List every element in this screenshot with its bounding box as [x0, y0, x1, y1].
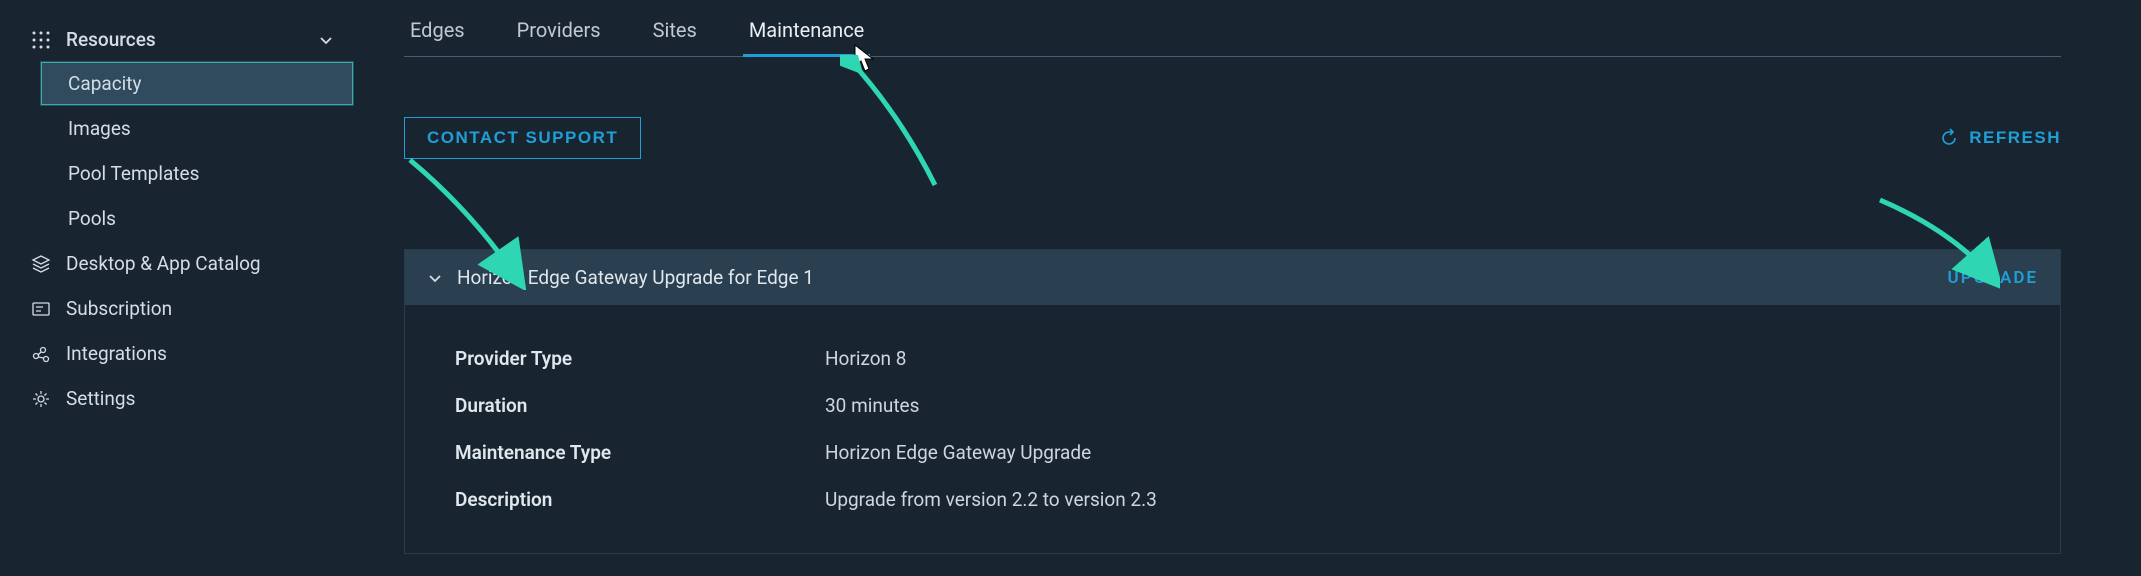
panel-title: Horizon Edge Gateway Upgrade for Edge 1	[457, 266, 1934, 289]
gear-icon	[30, 388, 52, 410]
sidebar-item-settings[interactable]: Settings	[0, 376, 354, 421]
tab-sites[interactable]: Sites	[647, 8, 703, 56]
sidebar-item-capacity[interactable]: Capacity	[40, 61, 354, 106]
detail-label: Provider Type	[455, 347, 825, 370]
tab-label: Maintenance	[749, 18, 864, 42]
sidebar-item-pools[interactable]: Pools	[0, 196, 354, 241]
main-content: Edges Providers Sites Maintenance CONTAC…	[354, 0, 2141, 576]
detail-label: Duration	[455, 394, 825, 417]
detail-row: Provider Type Horizon 8	[455, 335, 2010, 382]
contact-support-button[interactable]: CONTACT SUPPORT	[404, 117, 641, 159]
sidebar-item-pool-templates[interactable]: Pool Templates	[0, 151, 354, 196]
detail-label: Maintenance Type	[455, 441, 825, 464]
sidebar-section-resources[interactable]: Resources	[0, 18, 354, 61]
sidebar-item-label: Capacity	[68, 72, 141, 95]
sidebar-item-desktop-catalog[interactable]: Desktop & App Catalog	[0, 241, 354, 286]
detail-value: 30 minutes	[825, 394, 919, 417]
panel-body: Provider Type Horizon 8 Duration 30 minu…	[405, 305, 2060, 553]
sidebar-item-images[interactable]: Images	[0, 106, 354, 151]
tab-label: Providers	[517, 18, 601, 42]
detail-row: Duration 30 minutes	[455, 382, 2010, 429]
tab-maintenance[interactable]: Maintenance	[743, 8, 870, 56]
chevron-down-icon	[427, 270, 443, 286]
tab-label: Sites	[653, 18, 697, 42]
chevron-down-icon	[318, 32, 334, 48]
detail-value: Horizon 8	[825, 347, 906, 370]
detail-row: Description Upgrade from version 2.2 to …	[455, 476, 2010, 523]
refresh-icon	[1939, 128, 1959, 148]
detail-label: Description	[455, 488, 825, 511]
actionbar: CONTACT SUPPORT REFRESH	[404, 117, 2061, 159]
sidebar-item-integrations[interactable]: Integrations	[0, 331, 354, 376]
maintenance-panel: Horizon Edge Gateway Upgrade for Edge 1 …	[404, 249, 2061, 554]
sidebar: Resources Capacity Images Pool Templates…	[0, 0, 354, 576]
catalog-icon	[30, 253, 52, 275]
panel-header[interactable]: Horizon Edge Gateway Upgrade for Edge 1 …	[405, 250, 2060, 305]
sidebar-item-label: Integrations	[66, 342, 167, 365]
refresh-button[interactable]: REFRESH	[1939, 128, 2061, 148]
sidebar-item-label: Desktop & App Catalog	[66, 252, 261, 275]
upgrade-button[interactable]: UPGRADE	[1948, 268, 2038, 288]
detail-row: Maintenance Type Horizon Edge Gateway Up…	[455, 429, 2010, 476]
sidebar-item-label: Pools	[68, 207, 116, 230]
sidebar-section-label: Resources	[66, 28, 304, 51]
integrations-icon	[30, 343, 52, 365]
subscription-icon	[30, 298, 52, 320]
detail-value: Upgrade from version 2.2 to version 2.3	[825, 488, 1157, 511]
tab-edges[interactable]: Edges	[404, 8, 471, 56]
tab-label: Edges	[410, 18, 465, 42]
grid-icon	[30, 29, 52, 51]
sidebar-item-label: Images	[68, 117, 131, 140]
tabbar: Edges Providers Sites Maintenance	[404, 0, 2061, 57]
sidebar-item-label: Subscription	[66, 297, 172, 320]
refresh-label: REFRESH	[1969, 128, 2061, 148]
tab-providers[interactable]: Providers	[511, 8, 607, 56]
sidebar-item-label: Settings	[66, 387, 135, 410]
sidebar-item-label: Pool Templates	[68, 162, 199, 185]
detail-value: Horizon Edge Gateway Upgrade	[825, 441, 1091, 464]
sidebar-item-subscription[interactable]: Subscription	[0, 286, 354, 331]
